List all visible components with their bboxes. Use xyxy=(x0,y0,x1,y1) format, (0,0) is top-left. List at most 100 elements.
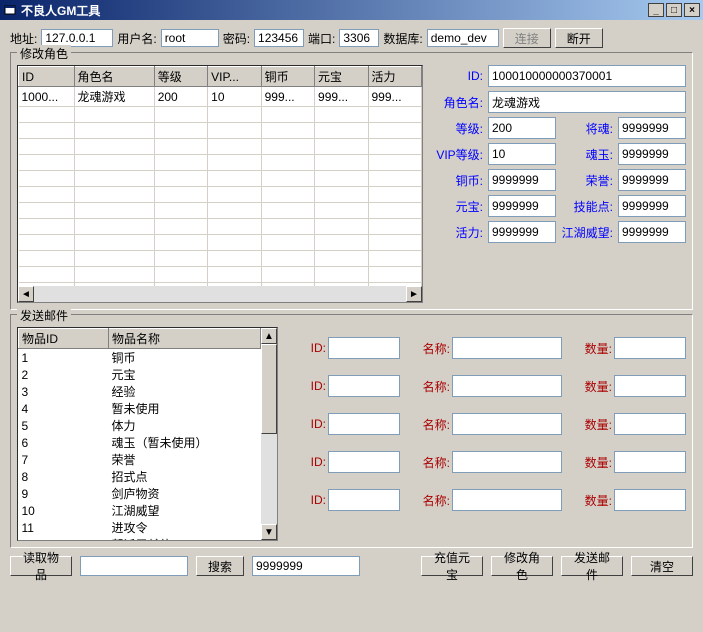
connect-button[interactable]: 连接 xyxy=(503,28,551,48)
mail-name-input[interactable] xyxy=(452,413,562,435)
item-table[interactable]: 物品ID物品名称 1铜币2元宝3经验4暂未使用5体力6魂玉（暂未使用）7荣誉8招… xyxy=(17,327,278,541)
vip-input[interactable] xyxy=(488,143,556,165)
search-button[interactable]: 搜索 xyxy=(196,556,244,576)
disconnect-button[interactable]: 断开 xyxy=(555,28,603,48)
mail-name-input[interactable] xyxy=(452,375,562,397)
scroll-down-icon[interactable]: ▼ xyxy=(261,524,277,540)
mail-id-input[interactable] xyxy=(328,337,400,359)
table-row[interactable] xyxy=(19,235,422,251)
table-row[interactable] xyxy=(19,203,422,219)
table-row[interactable] xyxy=(19,171,422,187)
list-item[interactable]: 5体力 xyxy=(19,417,261,434)
level-input[interactable] xyxy=(488,117,556,139)
vigor-input[interactable] xyxy=(488,221,556,243)
list-item[interactable]: 10江湖威望 xyxy=(19,502,261,519)
send-mail-button[interactable]: 发送邮件 xyxy=(561,556,623,576)
modify-role-button[interactable]: 修改角色 xyxy=(491,556,553,576)
vip-label: VIP等级: xyxy=(429,146,485,163)
port-input[interactable] xyxy=(339,29,379,47)
column-header[interactable]: ID xyxy=(19,67,75,87)
mail-name-label: 名称: xyxy=(402,378,450,395)
jianghun-label: 将魂: xyxy=(559,120,615,137)
mail-id-input[interactable] xyxy=(328,413,400,435)
user-input[interactable] xyxy=(161,29,219,47)
hunyu-input[interactable] xyxy=(618,143,686,165)
pass-input[interactable] xyxy=(254,29,304,47)
mail-id-input[interactable] xyxy=(328,489,400,511)
role-edit-form: ID: 角色名: 等级: 将魂: VIP等级: 魂玉: 铜币: 荣誉: 元宝: … xyxy=(429,65,686,303)
mail-qty-input[interactable] xyxy=(614,451,686,473)
table-row[interactable] xyxy=(19,187,422,203)
honor-input[interactable] xyxy=(618,169,686,191)
recharge-button[interactable]: 充值元宝 xyxy=(421,556,483,576)
column-header[interactable]: 物品名称 xyxy=(109,329,261,349)
hunyu-label: 魂玉: xyxy=(559,146,615,163)
scroll-right-icon[interactable]: ► xyxy=(406,286,422,302)
name-input[interactable] xyxy=(488,91,686,113)
list-item[interactable]: 12帮派贡献值 xyxy=(19,536,261,541)
gold-input[interactable] xyxy=(488,195,556,217)
amount-input[interactable] xyxy=(252,556,360,576)
mail-id-label: ID: xyxy=(288,455,326,469)
copper-input[interactable] xyxy=(488,169,556,191)
column-header[interactable]: VIP... xyxy=(208,67,261,87)
list-item[interactable]: 1铜币 xyxy=(19,349,261,367)
list-item[interactable]: 9剑庐物资 xyxy=(19,485,261,502)
list-item[interactable]: 3经验 xyxy=(19,383,261,400)
mail-qty-label: 数量: xyxy=(564,492,612,509)
fame-input[interactable] xyxy=(618,221,686,243)
close-button[interactable]: × xyxy=(684,3,700,17)
minimize-button[interactable]: _ xyxy=(648,3,664,17)
scroll-left-icon[interactable]: ◄ xyxy=(18,286,34,302)
mail-qty-input[interactable] xyxy=(614,337,686,359)
list-item[interactable]: 11进攻令 xyxy=(19,519,261,536)
column-header[interactable]: 元宝 xyxy=(315,67,368,87)
skill-label: 技能点: xyxy=(559,198,615,215)
copper-label: 铜币: xyxy=(429,172,485,189)
mail-qty-input[interactable] xyxy=(614,375,686,397)
mail-name-label: 名称: xyxy=(402,416,450,433)
id-label: ID: xyxy=(429,69,485,83)
table-row[interactable] xyxy=(19,267,422,283)
mail-name-input[interactable] xyxy=(452,451,562,473)
window-titlebar: 不良人GM工具 _ □ × xyxy=(0,0,703,20)
table-row[interactable] xyxy=(19,251,422,267)
table-row[interactable] xyxy=(19,219,422,235)
maximize-button[interactable]: □ xyxy=(666,3,682,17)
mail-qty-input[interactable] xyxy=(614,413,686,435)
list-item[interactable]: 8招式点 xyxy=(19,468,261,485)
id-input[interactable] xyxy=(488,65,686,87)
clear-button[interactable]: 清空 xyxy=(631,556,693,576)
mail-id-input[interactable] xyxy=(328,375,400,397)
v-scrollbar[interactable]: ▲ ▼ xyxy=(261,328,277,540)
scroll-thumb[interactable] xyxy=(261,344,277,434)
table-row[interactable] xyxy=(19,139,422,155)
table-row[interactable] xyxy=(19,107,422,123)
list-item[interactable]: 4暂未使用 xyxy=(19,400,261,417)
column-header[interactable]: 活力 xyxy=(368,67,422,87)
scroll-up-icon[interactable]: ▲ xyxy=(261,328,277,344)
table-row[interactable] xyxy=(19,155,422,171)
column-header[interactable]: 等级 xyxy=(154,67,207,87)
mail-qty-label: 数量: xyxy=(564,378,612,395)
mail-id-input[interactable] xyxy=(328,451,400,473)
db-input[interactable] xyxy=(427,29,499,47)
jianghun-input[interactable] xyxy=(618,117,686,139)
list-item[interactable]: 2元宝 xyxy=(19,366,261,383)
mail-name-input[interactable] xyxy=(452,489,562,511)
role-table[interactable]: ID角色名等级VIP...铜币元宝活力 1000...龙魂游戏20010999.… xyxy=(17,65,423,303)
table-row[interactable]: 1000...龙魂游戏20010999...999...999... xyxy=(19,87,422,107)
mail-name-input[interactable] xyxy=(452,337,562,359)
skill-input[interactable] xyxy=(618,195,686,217)
h-scrollbar[interactable]: ◄ ► xyxy=(18,286,422,302)
list-item[interactable]: 6魂玉（暂未使用） xyxy=(19,434,261,451)
search-input[interactable] xyxy=(80,556,188,576)
read-items-button[interactable]: 读取物品 xyxy=(10,556,72,576)
column-header[interactable]: 铜币 xyxy=(261,67,314,87)
list-item[interactable]: 7荣誉 xyxy=(19,451,261,468)
column-header[interactable]: 角色名 xyxy=(74,67,154,87)
mail-qty-input[interactable] xyxy=(614,489,686,511)
table-row[interactable] xyxy=(19,123,422,139)
app-icon xyxy=(3,3,17,17)
column-header[interactable]: 物品ID xyxy=(19,329,109,349)
